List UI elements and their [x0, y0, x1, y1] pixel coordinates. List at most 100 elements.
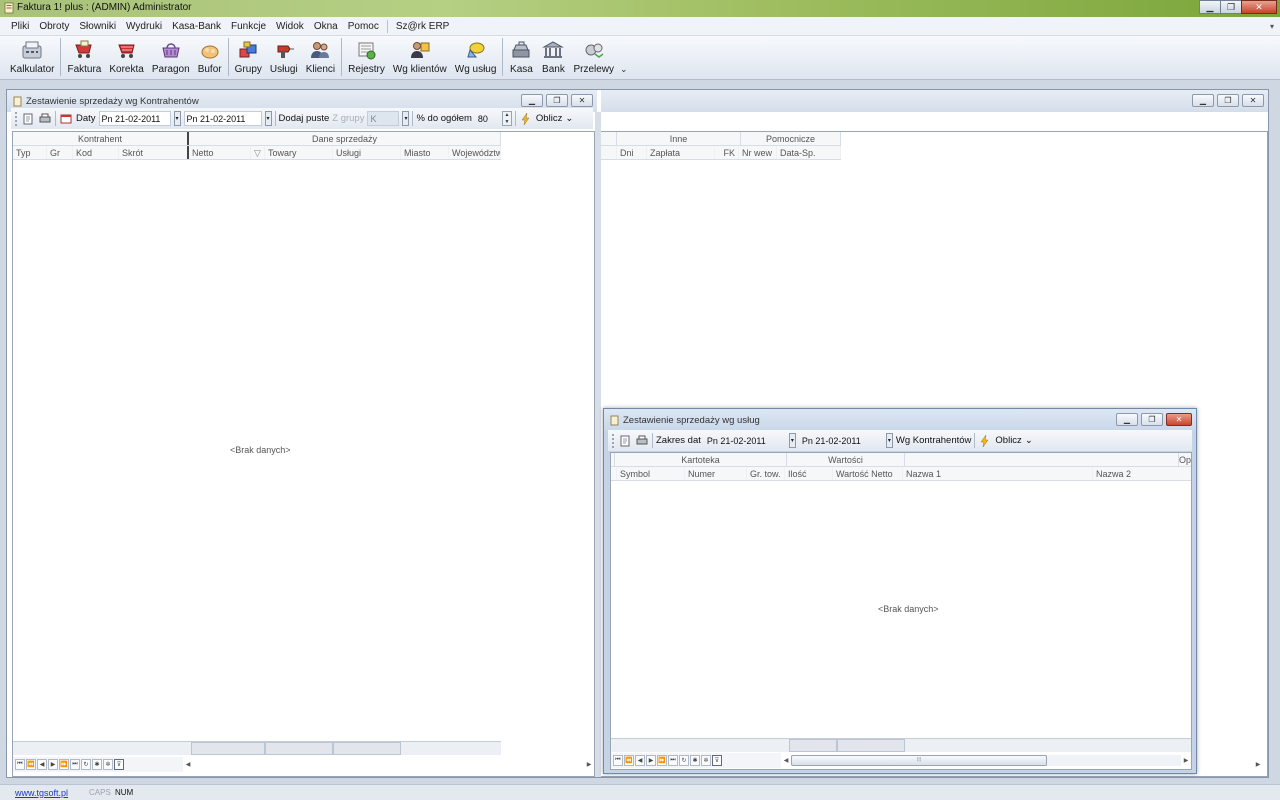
nav-insert-icon[interactable]: ✱ — [92, 759, 102, 770]
col-nazwa-1[interactable]: Nazwa 1 — [903, 467, 1093, 480]
date-from-dropdown-icon[interactable]: ▾ — [788, 433, 796, 448]
col-gr-tow[interactable]: Gr. tow. — [747, 467, 785, 480]
col-skrot[interactable]: Skrót — [119, 146, 189, 159]
col-miasto[interactable]: Miasto — [401, 146, 449, 159]
col-wojewodztwo[interactable]: Województw — [449, 146, 501, 159]
right-scroll-arrow[interactable]: ▶ — [1253, 758, 1265, 771]
uslugi-button[interactable]: Usługi — [266, 36, 302, 78]
scroll-thumb[interactable]: ⦙⦙⦙ — [791, 755, 1047, 766]
window-title-bar[interactable]: Zestawienie sprzedaży wg usług ▁ ❐ ✕ — [604, 409, 1196, 431]
close-button[interactable]: ✕ — [1241, 0, 1277, 14]
date-to-dropdown-icon[interactable]: ▾ — [885, 433, 893, 448]
contractors-grid[interactable]: Kontrahent Dane sprzedaży Typ Gr Kod Skr… — [12, 131, 595, 777]
toolbar-overflow-icon[interactable]: ⌄ — [620, 36, 628, 75]
menu-kasa-bank[interactable]: Kasa-Bank — [167, 21, 226, 32]
nav-next-icon[interactable]: ▶ — [48, 759, 58, 770]
wg-uslug-button[interactable]: Wg usług — [451, 36, 501, 78]
preview-icon[interactable] — [21, 112, 35, 126]
window-restore-button[interactable]: ❐ — [1141, 413, 1163, 426]
calculate-button[interactable]: Oblicz — [536, 113, 562, 124]
nav-filter-icon[interactable]: ⊽ — [114, 759, 124, 770]
menu-pomoc[interactable]: Pomoc — [343, 21, 384, 32]
window-minimize-button[interactable]: ▁ — [1116, 413, 1138, 426]
date-from-dropdown-icon[interactable]: ▾ — [173, 111, 181, 126]
minimize-button[interactable]: ▁ — [1199, 0, 1221, 14]
col-dni[interactable]: Dni — [617, 146, 647, 159]
nav-next-page-icon[interactable]: ⏩ — [59, 759, 69, 770]
window-restore-button[interactable]: ❐ — [546, 94, 568, 107]
nav-bookmark-icon[interactable]: ✲ — [701, 755, 711, 766]
col-nr-wew[interactable]: Nr wew — [739, 146, 777, 159]
col-zaplata[interactable]: Zapłata — [647, 146, 715, 159]
scroll-right-icon[interactable]: ▶ — [584, 758, 594, 771]
nav-last-icon[interactable]: ⏭ — [70, 759, 80, 770]
restore-button[interactable]: ❐ — [1220, 0, 1242, 14]
rejestry-button[interactable]: Rejestry — [344, 36, 389, 78]
menu-slowniki[interactable]: Słowniki — [74, 21, 121, 32]
scroll-right-icon[interactable]: ▶ — [1181, 754, 1191, 767]
nav-refresh-icon[interactable]: ↻ — [81, 759, 91, 770]
col-data-sp[interactable]: Data-Sp. — [777, 146, 841, 159]
menu-funkcje[interactable]: Funkcje — [226, 21, 271, 32]
add-empty-button[interactable]: Dodaj puste — [279, 113, 330, 124]
col-fk[interactable]: FK — [715, 146, 739, 159]
nav-next-icon[interactable]: ▶ — [646, 755, 656, 766]
print-icon[interactable] — [635, 434, 649, 448]
window-minimize-button[interactable]: ▁ — [521, 94, 543, 107]
scroll-track[interactable]: ⦙⦙⦙ — [791, 755, 1181, 766]
bank-button[interactable]: Bank — [537, 36, 569, 78]
date-to-field[interactable]: Pn 21-02-2011 — [799, 433, 883, 448]
paragon-button[interactable]: Paragon — [148, 36, 194, 78]
date-from-field[interactable]: Pn 21-02-2011 — [98, 111, 171, 126]
nav-prev-icon[interactable]: ◀ — [635, 755, 645, 766]
date-to-dropdown-icon[interactable]: ▾ — [264, 111, 272, 126]
faktura-button[interactable]: Faktura — [63, 36, 105, 78]
menu-widok[interactable]: Widok — [271, 21, 309, 32]
grupy-button[interactable]: Grupy — [231, 36, 266, 78]
scroll-right-icon[interactable]: ▶ — [1253, 758, 1263, 771]
kalkulator-button[interactable]: Kalkulator — [6, 36, 58, 78]
col-uslugi[interactable]: Usługi — [333, 146, 401, 159]
col-ilosc[interactable]: Ilość — [785, 467, 833, 480]
print-icon[interactable] — [38, 112, 52, 126]
website-link[interactable]: www.tgsoft.pl — [15, 788, 85, 798]
kasa-button[interactable]: Kasa — [505, 36, 537, 78]
nav-prev-page-icon[interactable]: ⏪ — [26, 759, 36, 770]
calculate-button[interactable]: Oblicz — [995, 435, 1021, 446]
klienci-button[interactable]: Klienci — [302, 36, 339, 78]
nav-filter-icon[interactable]: ⊽ — [712, 755, 722, 766]
menu-pliki[interactable]: Pliki — [6, 21, 34, 32]
col-symbol[interactable]: Symbol — [617, 467, 685, 480]
nav-first-icon[interactable]: ⏮ — [15, 759, 25, 770]
nav-prev-page-icon[interactable]: ⏪ — [624, 755, 634, 766]
nav-refresh-icon[interactable]: ↻ — [679, 755, 689, 766]
col-gr[interactable]: Gr — [47, 146, 73, 159]
date-from-field[interactable]: Pn 21-02-2011 — [704, 433, 786, 448]
window-close-button[interactable]: ✕ — [1166, 413, 1192, 426]
col-wartosc-netto[interactable]: Wartość Netto — [833, 467, 903, 480]
wg-klientow-button[interactable]: Wg klientów — [389, 36, 451, 78]
bufor-button[interactable]: Bufor — [194, 36, 226, 78]
group-field[interactable]: K — [367, 111, 400, 126]
horizontal-scrollbar[interactable]: ◀ ▶ — [183, 758, 594, 771]
col-towary[interactable]: Towary — [265, 146, 333, 159]
col-nazwa-2[interactable]: Nazwa 2 — [1093, 467, 1191, 480]
col-kod[interactable]: Kod — [73, 146, 119, 159]
nav-bookmark-icon[interactable]: ✲ — [103, 759, 113, 770]
window-close-button[interactable]: ✕ — [571, 94, 593, 107]
menu-obroty[interactable]: Obroty — [34, 21, 74, 32]
nav-prev-icon[interactable]: ◀ — [37, 759, 47, 770]
horizontal-scrollbar[interactable]: ◀ ⦙⦙⦙ ▶ — [781, 754, 1191, 767]
col-numer[interactable]: Numer — [685, 467, 747, 480]
calculate-dropdown-icon[interactable]: ⌄ — [565, 113, 573, 124]
nav-next-page-icon[interactable]: ⏩ — [657, 755, 667, 766]
menu-pin-icon[interactable]: ▾ — [1270, 22, 1274, 31]
preview-icon[interactable] — [618, 434, 632, 448]
mdi-minimize-button[interactable]: ▁ — [1192, 94, 1214, 107]
percent-field[interactable]: 80 — [475, 111, 499, 126]
calculate-dropdown-icon[interactable]: ⌄ — [1025, 435, 1033, 446]
korekta-button[interactable]: Korekta — [105, 36, 147, 78]
menu-wydruki[interactable]: Wydruki — [121, 21, 167, 32]
mdi-close-button[interactable]: ✕ — [1242, 94, 1264, 107]
group-dropdown-icon[interactable]: ▾ — [402, 111, 410, 126]
